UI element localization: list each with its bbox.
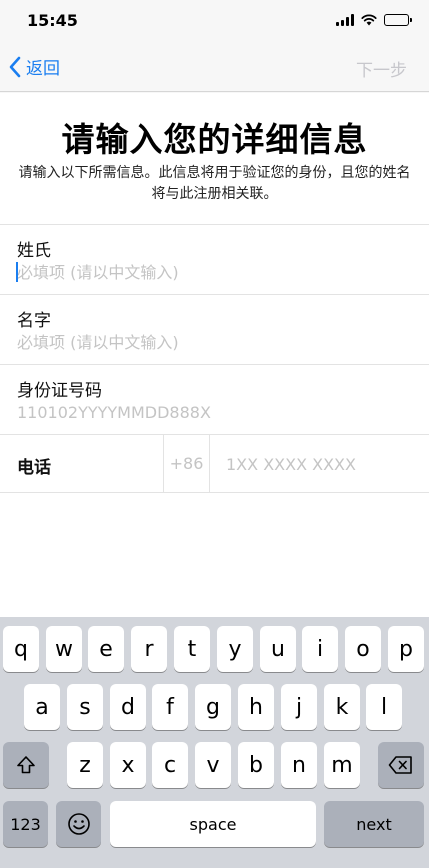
- key-x[interactable]: x: [110, 742, 146, 788]
- key-j[interactable]: j: [281, 684, 317, 730]
- shift-icon: [17, 756, 35, 774]
- key-u[interactable]: u: [260, 626, 296, 672]
- key-b[interactable]: b: [238, 742, 274, 788]
- key-q[interactable]: q: [3, 626, 39, 672]
- emoji-icon: [67, 813, 90, 835]
- key-o[interactable]: o: [345, 626, 381, 672]
- key-f[interactable]: f: [152, 684, 188, 730]
- chevron-left-icon: [9, 56, 21, 77]
- key-n[interactable]: n: [281, 742, 317, 788]
- key-t[interactable]: t: [174, 626, 210, 672]
- nav-bar: 返回 下一步: [0, 40, 429, 92]
- page-description: 请输入以下所需信息。此信息将用于验证您的身份，且您的姓名将与此注册相关联。: [18, 165, 411, 202]
- key-p[interactable]: p: [388, 626, 424, 672]
- surname-row: 姓氏: [0, 225, 429, 295]
- given-name-input[interactable]: [17, 331, 412, 353]
- surname-label: 姓氏: [17, 241, 51, 261]
- page-title: 请输入您的详细信息: [61, 120, 368, 159]
- details-form: 姓氏 名字 身份证号码 电话 +86: [0, 224, 429, 493]
- key-k[interactable]: k: [324, 684, 360, 730]
- emoji-key[interactable]: [56, 801, 101, 847]
- key-l[interactable]: l: [366, 684, 402, 730]
- key-s[interactable]: s: [67, 684, 103, 730]
- status-time: 15:45: [27, 11, 78, 30]
- key-r[interactable]: r: [131, 626, 167, 672]
- status-icons: [336, 14, 412, 26]
- key-y[interactable]: y: [217, 626, 253, 672]
- key-g[interactable]: g: [195, 684, 231, 730]
- backspace-icon: [388, 756, 412, 774]
- phone-row: 电话 +86: [0, 435, 429, 493]
- next-key[interactable]: next: [324, 801, 424, 847]
- delete-key[interactable]: [378, 742, 424, 788]
- id-number-label: 身份证号码: [17, 381, 102, 401]
- phone-input[interactable]: [226, 453, 416, 475]
- numbers-key[interactable]: 123: [3, 801, 48, 847]
- key-m[interactable]: m: [324, 742, 360, 788]
- key-a[interactable]: a: [24, 684, 60, 730]
- text-cursor: [16, 262, 18, 282]
- back-label: 返回: [26, 59, 60, 79]
- next-step-button[interactable]: 下一步: [356, 56, 407, 81]
- wifi-icon: [361, 14, 377, 26]
- key-z[interactable]: z: [67, 742, 103, 788]
- key-i[interactable]: i: [302, 626, 338, 672]
- details-form-page: 请输入您的详细信息 请输入以下所需信息。此信息将用于验证您的身份，且您的姓名将与…: [0, 93, 429, 617]
- status-bar: 15:45: [0, 0, 429, 40]
- keyboard: q w e r t y u i o p a s d f g h j k l z …: [0, 617, 429, 868]
- given-name-label: 名字: [17, 311, 51, 331]
- key-w[interactable]: w: [46, 626, 82, 672]
- key-e[interactable]: e: [88, 626, 124, 672]
- space-key[interactable]: space: [110, 801, 316, 847]
- key-v[interactable]: v: [195, 742, 231, 788]
- back-button[interactable]: 返回: [8, 54, 60, 79]
- id-number-row: 身份证号码: [0, 365, 429, 435]
- shift-key[interactable]: [3, 742, 49, 788]
- country-code-prefix[interactable]: +86: [163, 435, 210, 492]
- given-name-row: 名字: [0, 295, 429, 365]
- key-h[interactable]: h: [238, 684, 274, 730]
- id-number-input[interactable]: [17, 401, 412, 423]
- phone-label: 电话: [17, 458, 51, 478]
- key-c[interactable]: c: [152, 742, 188, 788]
- key-d[interactable]: d: [110, 684, 146, 730]
- signal-icon: [336, 14, 354, 26]
- surname-input[interactable]: [17, 261, 412, 283]
- battery-icon: [384, 14, 412, 26]
